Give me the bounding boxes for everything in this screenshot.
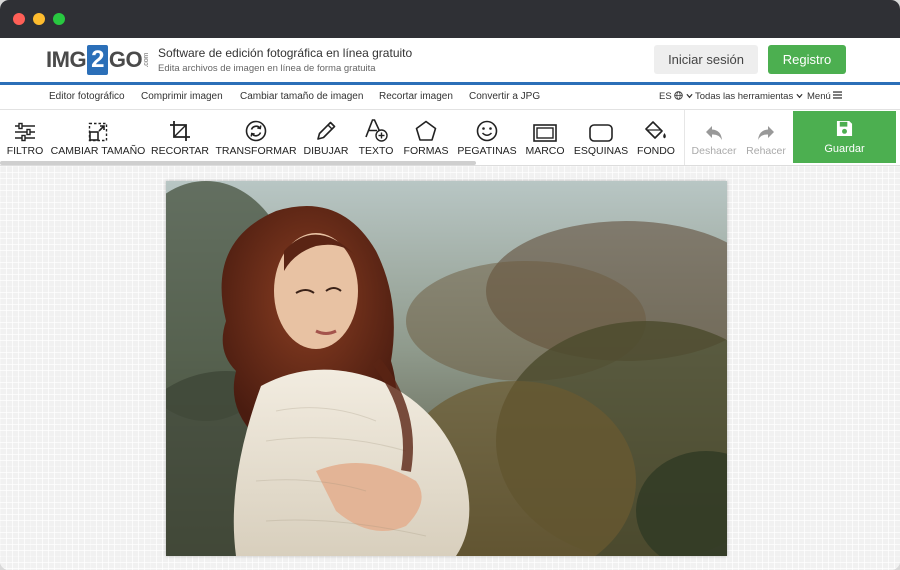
menu-label: Menú xyxy=(807,91,831,102)
site-logo[interactable]: IMG 2 GO .com xyxy=(46,44,150,76)
editor-toolbar: FILTRO CAMBIAR TAMAÑO RECORTAR TRANSFORM… xyxy=(0,110,900,166)
redo-label: Rehacer xyxy=(746,145,786,157)
tool-frame-label: MARCO xyxy=(525,145,565,157)
tool-background[interactable]: FONDO xyxy=(636,110,676,165)
pencil-icon xyxy=(317,121,336,140)
hamburger-icon xyxy=(833,91,843,99)
undo-label: Deshacer xyxy=(691,145,737,157)
tool-frame[interactable]: MARCO xyxy=(525,110,565,165)
logo-text-com: .com xyxy=(143,52,151,68)
login-button[interactable]: Iniciar sesión xyxy=(654,45,758,74)
tool-filter-label: FILTRO xyxy=(6,145,44,157)
nav-item-crop[interactable]: Recortar imagen xyxy=(379,91,453,102)
tool-shapes[interactable]: FORMAS xyxy=(404,110,448,165)
tool-text-label: TEXTO xyxy=(358,145,394,157)
tool-filter[interactable]: FILTRO xyxy=(6,110,44,165)
tool-shapes-label: FORMAS xyxy=(403,145,449,157)
logo-text-2: 2 xyxy=(87,45,108,75)
title-bar xyxy=(0,0,900,38)
tagline-title: Software de edición fotográfica en línea… xyxy=(158,46,413,60)
smiley-icon xyxy=(476,120,498,142)
globe-icon xyxy=(674,91,684,100)
close-window-button[interactable] xyxy=(13,13,25,25)
toolbar-scrollbar[interactable] xyxy=(0,161,476,165)
chevron-down-icon xyxy=(686,93,693,99)
tool-draw[interactable]: DIBUJAR xyxy=(304,110,348,165)
tool-crop-label: RECORTAR xyxy=(151,145,209,157)
pentagon-icon xyxy=(415,120,437,141)
nav-item-photo-editor[interactable]: Editor fotográfico xyxy=(49,91,125,102)
rotate-icon xyxy=(245,120,267,142)
top-nav: Editor fotográfico Comprimir imagen Camb… xyxy=(0,85,900,110)
all-tools-label: Todas las herramientas xyxy=(695,91,794,102)
logo-text-go: GO xyxy=(108,47,143,72)
save-button[interactable]: Guardar xyxy=(793,111,896,163)
tool-background-label: FONDO xyxy=(637,145,675,157)
nav-item-resize[interactable]: Cambiar tamaño de imagen xyxy=(240,91,363,102)
nav-item-compress[interactable]: Comprimir imagen xyxy=(141,91,223,102)
minimize-window-button[interactable] xyxy=(33,13,45,25)
logo-text-img: IMG xyxy=(46,47,87,72)
tool-stickers-label: PEGATINAS xyxy=(457,145,517,157)
register-button[interactable]: Registro xyxy=(768,45,846,74)
browser-window: IMG 2 GO .com Software de edición fotográfi… xyxy=(0,0,900,570)
tool-transform-label: TRANSFORMAR xyxy=(215,145,297,157)
resize-icon xyxy=(88,122,108,142)
crop-icon xyxy=(170,121,190,141)
chevron-down-icon xyxy=(796,93,803,99)
all-tools-dropdown[interactable]: Todas las herramientas xyxy=(695,91,803,102)
tool-text[interactable]: TEXTO xyxy=(358,110,394,165)
tool-corners[interactable]: ESQUINAS xyxy=(574,110,628,165)
tool-resize[interactable]: CAMBIAR TAMAÑO xyxy=(50,110,146,165)
save-icon xyxy=(836,120,853,136)
save-label: Guardar xyxy=(824,142,865,155)
nav-item-convert-jpg[interactable]: Convertir a JPG xyxy=(469,91,540,102)
redo-icon xyxy=(758,126,774,140)
undo-icon xyxy=(706,126,722,140)
language-selector[interactable]: ES xyxy=(659,91,693,102)
zoom-window-button[interactable] xyxy=(53,13,65,25)
text-add-icon xyxy=(365,119,388,142)
tool-draw-label: DIBUJAR xyxy=(303,145,349,157)
photo-image xyxy=(166,181,727,556)
tool-corners-label: ESQUINAS xyxy=(573,145,629,157)
tagline-subtitle: Edita archivos de imagen en línea de for… xyxy=(158,63,376,74)
tool-transform[interactable]: TRANSFORMAR xyxy=(215,110,297,165)
tool-resize-label: CAMBIAR TAMAÑO xyxy=(50,145,146,157)
tagline: Software de edición fotográfica en línea… xyxy=(158,46,412,74)
frame-icon xyxy=(533,124,557,142)
site-header: IMG 2 GO .com Software de edición fotográfi… xyxy=(0,38,900,85)
toolbar-divider xyxy=(684,110,685,165)
tool-stickers[interactable]: PEGATINAS xyxy=(457,110,517,165)
redo-button[interactable]: Rehacer xyxy=(744,110,788,165)
undo-button[interactable]: Deshacer xyxy=(690,110,738,165)
menu-button[interactable]: Menú xyxy=(807,91,843,102)
edited-photo[interactable] xyxy=(166,181,727,556)
rounded-corners-icon xyxy=(589,124,613,142)
tool-crop[interactable]: RECORTAR xyxy=(151,110,209,165)
paint-bucket-icon xyxy=(645,121,666,139)
sliders-icon xyxy=(15,122,35,142)
language-code: ES xyxy=(659,91,672,102)
